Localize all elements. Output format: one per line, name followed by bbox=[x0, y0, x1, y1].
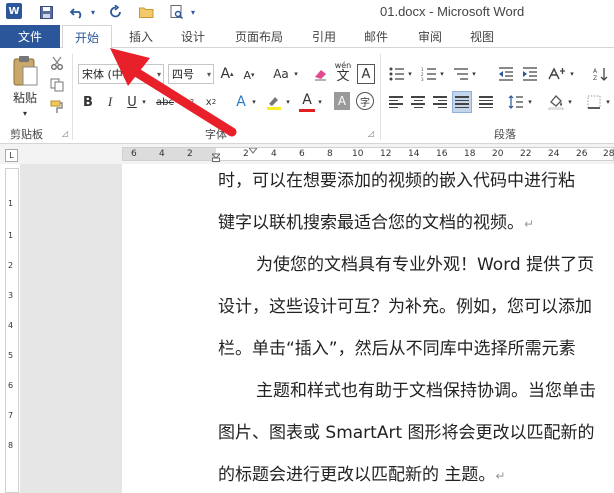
annotation-arrow bbox=[110, 48, 237, 137]
word-window: W ▾ ▾ 01.docx - Microsoft Word 文件 开始 插入 … bbox=[0, 0, 614, 493]
